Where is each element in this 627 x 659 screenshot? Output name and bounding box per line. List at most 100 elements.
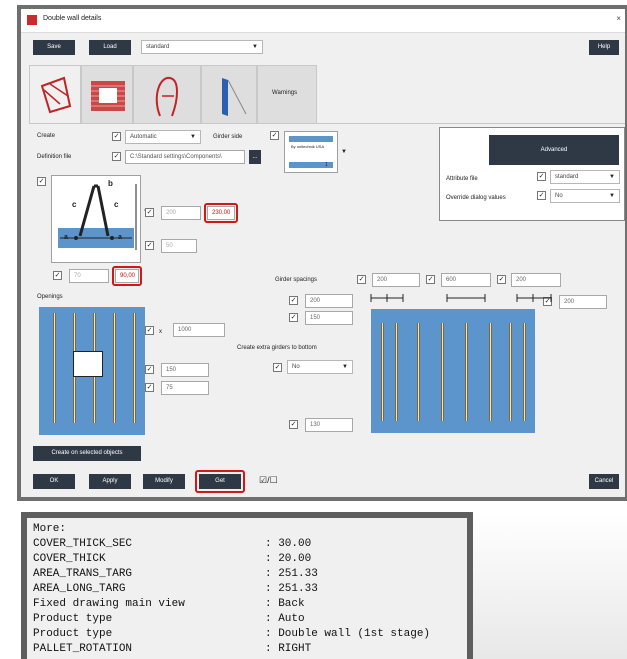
background-image <box>473 512 627 659</box>
letter-b: b <box>108 179 113 188</box>
help-button[interactable]: Help <box>589 40 619 55</box>
letter-a-right: a <box>118 234 122 241</box>
girder-side-label: Girder side <box>213 134 243 140</box>
create-select[interactable]: Automatic ▼ <box>125 130 201 144</box>
height-input[interactable]: 200 <box>161 206 201 220</box>
tab-panel[interactable] <box>201 65 257 124</box>
chevron-down-icon: ▼ <box>190 134 196 140</box>
openings-v1-input[interactable]: 150 <box>161 363 209 377</box>
definition-file-checkbox[interactable]: ✓ <box>112 152 121 161</box>
chevron-down-icon: ▼ <box>342 364 348 370</box>
browse-button[interactable]: ... <box>249 150 261 164</box>
console-row: Product type: Auto <box>33 613 305 625</box>
spacing2-checkbox[interactable]: ✓ <box>426 275 435 284</box>
girder-bar <box>381 323 384 421</box>
spacing3-input[interactable]: 200 <box>511 273 561 287</box>
ok-button[interactable]: OK <box>33 474 75 489</box>
girder-bar <box>523 323 526 421</box>
window-title: Double wall details <box>43 15 102 22</box>
preset-select[interactable]: standard ▼ <box>141 40 263 54</box>
definition-file-label: Definition file <box>37 154 72 160</box>
left-spacing1-checkbox[interactable]: ✓ <box>289 296 298 305</box>
chevron-down-icon: ▼ <box>609 174 615 180</box>
bottom-spacing-checkbox[interactable]: ✓ <box>289 420 298 429</box>
close-icon[interactable]: × <box>616 14 621 23</box>
extra-girders-checkbox[interactable]: ✓ <box>273 363 282 372</box>
get-button-highlight <box>195 470 245 493</box>
opening-girder <box>133 313 136 423</box>
spacing-result-highlight <box>112 266 142 286</box>
left-spacing1-input[interactable]: 200 <box>305 294 353 308</box>
spacing-input[interactable]: 70 <box>69 269 109 283</box>
mesh-icon <box>91 81 125 111</box>
spacing2-input[interactable]: 600 <box>441 273 491 287</box>
bottom-spacing-input[interactable]: 130 <box>305 418 353 432</box>
attribute-file-value: standard <box>555 174 579 180</box>
definition-file-input[interactable]: C:\Standard settings\Components\ <box>125 150 245 164</box>
advanced-button[interactable]: Advanced <box>489 135 619 165</box>
tab-lifting[interactable] <box>133 65 201 124</box>
preset-value: standard <box>146 44 170 50</box>
toggle-all-checkbox[interactable]: ☑/☐ <box>259 475 278 486</box>
section-checkbox[interactable]: ✓ <box>37 177 46 186</box>
right-spacing-input[interactable]: 200 <box>559 295 607 309</box>
attribute-file-checkbox[interactable]: ✓ <box>537 172 546 181</box>
openings-label: Openings <box>37 294 63 300</box>
letter-a-left: a <box>64 234 68 241</box>
spacing1-checkbox[interactable]: ✓ <box>357 275 366 284</box>
girder-section-drawing <box>58 184 137 250</box>
openings-v2-checkbox[interactable]: ✓ <box>145 383 154 392</box>
girder-side-number: 1 <box>325 162 328 168</box>
girder-bar <box>465 323 468 421</box>
opening-rectangle <box>73 351 103 377</box>
width-checkbox[interactable]: ✓ <box>145 241 154 250</box>
create-on-selected-button[interactable]: Create on selected objects <box>33 446 141 461</box>
double-wall-dialog: Double wall details × Save Load standard… <box>21 9 625 497</box>
spacing1-input[interactable]: 200 <box>372 273 420 287</box>
tab-geometry[interactable] <box>29 65 81 124</box>
tab-mesh[interactable] <box>81 65 133 124</box>
spacing3-checkbox[interactable]: ✓ <box>497 275 506 284</box>
override-select[interactable]: No ▼ <box>550 189 620 203</box>
chevron-down-icon: ▼ <box>252 44 258 50</box>
extra-girders-select[interactable]: No ▼ <box>287 360 353 374</box>
girder-side-picker[interactable]: By unitechnik USA 1 <box>284 131 338 173</box>
girder-spacings-label: Girder spacings <box>275 277 318 283</box>
chevron-down-icon[interactable]: ▼ <box>341 149 347 155</box>
openings-x-checkbox[interactable]: ✓ <box>145 326 154 335</box>
console-row: AREA_TRANS_TARG: 251.33 <box>33 568 318 580</box>
left-spacing2-input[interactable]: 150 <box>305 311 353 325</box>
app-icon <box>27 15 37 25</box>
panel-icon <box>222 78 247 116</box>
height-checkbox[interactable]: ✓ <box>145 208 154 217</box>
console-row: AREA_LONG_TARG: 251.33 <box>33 583 318 595</box>
create-label: Create <box>37 133 56 139</box>
modify-button[interactable]: Modify <box>143 474 185 489</box>
height-result-highlight <box>204 203 238 223</box>
extra-girders-value: No <box>292 364 300 370</box>
override-checkbox[interactable]: ✓ <box>537 191 546 200</box>
left-spacing2-checkbox[interactable]: ✓ <box>289 313 298 322</box>
girder-side-icon-text: By unitechnik USA <box>291 144 325 149</box>
tab-warnings[interactable]: Warnings <box>257 65 317 124</box>
girder-side-top-bar <box>289 136 333 142</box>
attribute-file-select[interactable]: standard ▼ <box>550 170 620 184</box>
extra-girders-label: Create extra girders to bottom <box>237 345 317 351</box>
openings-v2-input[interactable]: 75 <box>161 381 209 395</box>
console-row: COVER_THICK_SEC: 30.00 <box>33 538 312 550</box>
girder-side-checkbox[interactable]: ✓ <box>270 131 279 140</box>
girder-bar <box>509 323 512 421</box>
create-checkbox[interactable]: ✓ <box>112 132 121 141</box>
load-button[interactable]: Load <box>89 40 131 55</box>
width-input[interactable]: 50 <box>161 239 197 253</box>
openings-v1-checkbox[interactable]: ✓ <box>145 365 154 374</box>
openings-x-input[interactable]: 1000 <box>173 323 225 337</box>
spacing-checkbox[interactable]: ✓ <box>53 271 62 280</box>
title-bar: Double wall details × <box>21 9 625 33</box>
wall-section-icon <box>40 76 72 114</box>
attribute-file-label: Attribute file <box>446 176 478 182</box>
apply-button[interactable]: Apply <box>89 474 131 489</box>
cancel-button[interactable]: Cancel <box>589 474 619 489</box>
spacing-dimension-lines <box>370 294 552 302</box>
save-button[interactable]: Save <box>33 40 75 55</box>
